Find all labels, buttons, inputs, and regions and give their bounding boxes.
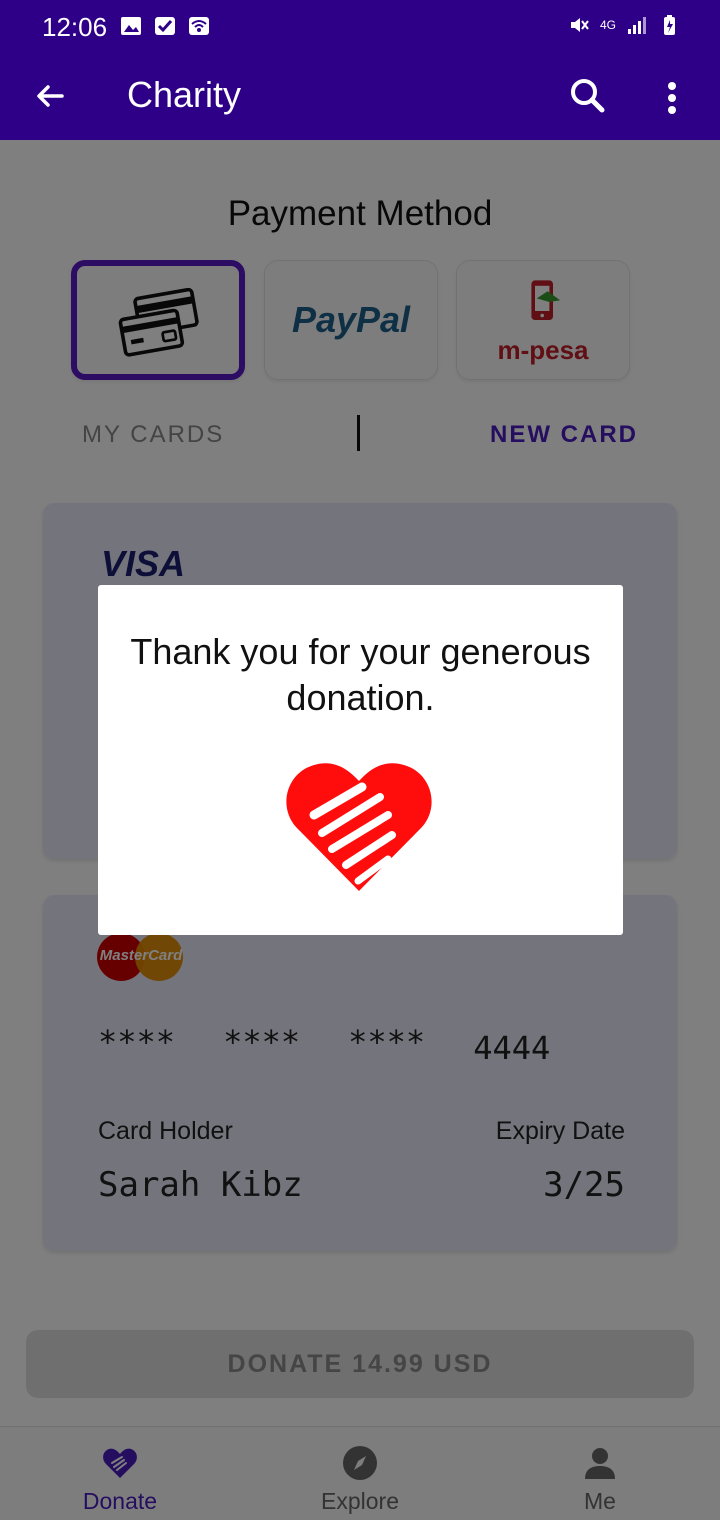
image-icon <box>121 17 141 35</box>
dialog-message: Thank you for your generous donation. <box>130 631 591 718</box>
battery-charging-icon <box>664 15 675 35</box>
app-title: Charity <box>127 74 242 115</box>
thank-you-dialog[interactable]: Thank you for your generous donation. <box>98 585 623 935</box>
app-bar: Charity <box>0 56 720 140</box>
heart-handshake-icon <box>286 763 432 891</box>
network-type: 4G <box>599 18 616 32</box>
wifi-box-icon <box>189 17 209 35</box>
checkbox-icon <box>155 17 175 35</box>
mute-icon <box>570 18 589 32</box>
back-arrow-icon[interactable] <box>30 76 70 116</box>
more-vert-icon[interactable] <box>656 76 688 120</box>
status-bar: 12:06 4G <box>0 0 720 56</box>
status-time: 12:06 <box>42 12 108 42</box>
signal-icon <box>628 17 646 34</box>
search-icon[interactable] <box>566 74 610 118</box>
status-system-icons: 4G <box>568 14 680 36</box>
status-notification-icons <box>120 15 210 37</box>
